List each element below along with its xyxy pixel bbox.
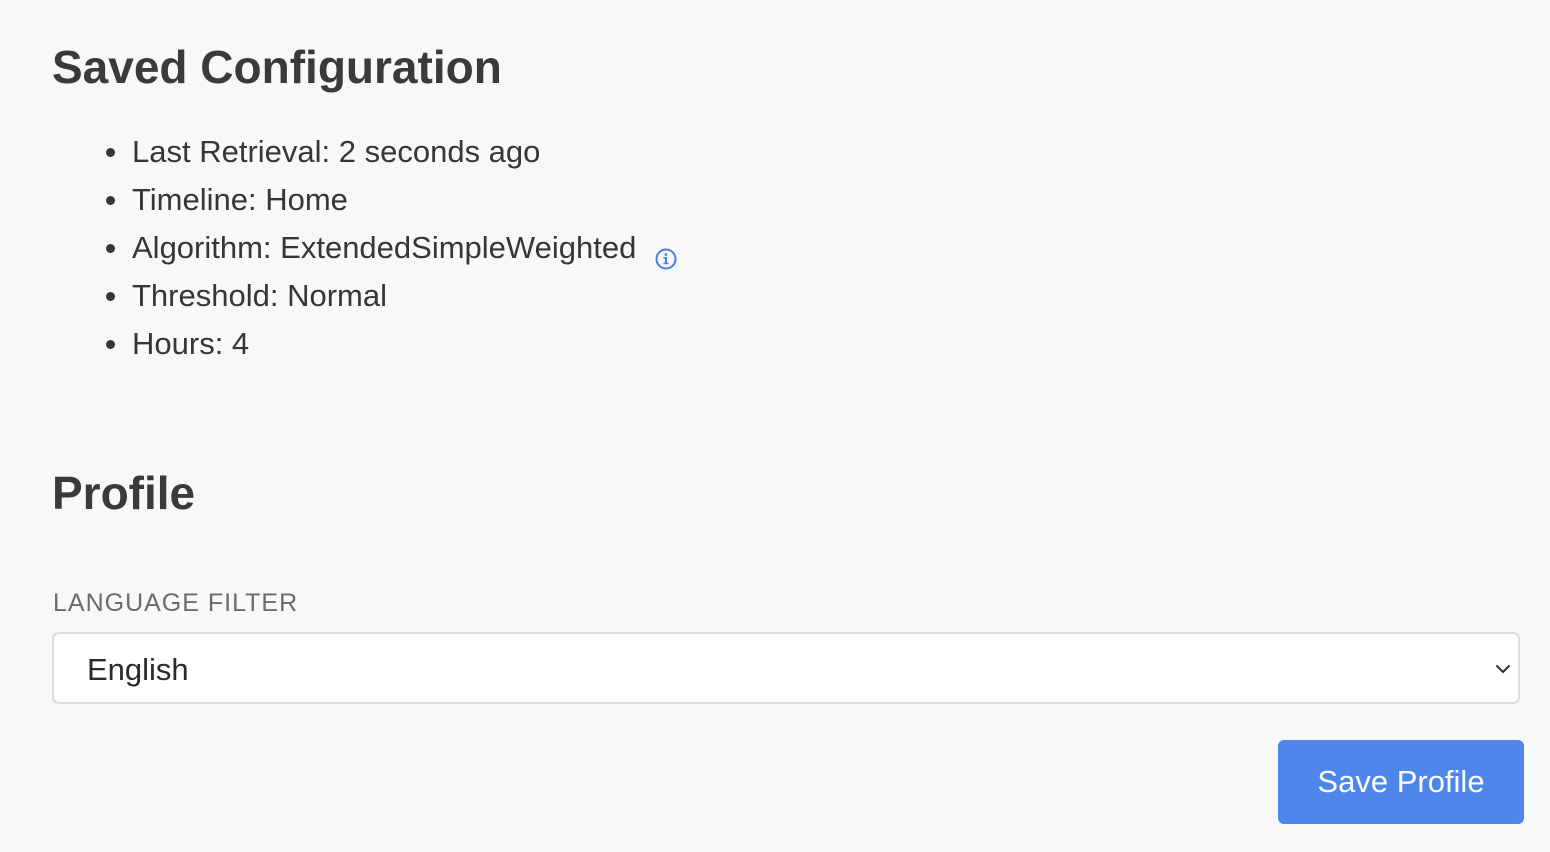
language-filter-label: LANGUAGE FILTER (53, 589, 299, 617)
page: Saved Configuration Last Retrieval: 2 se… (0, 0, 1550, 852)
save-profile-button[interactable]: Save Profile (1278, 740, 1524, 824)
bullet-icon (106, 292, 115, 301)
configuration-list: Last Retrieval: 2 seconds ago Timeline: … (52, 128, 677, 368)
info-icon[interactable] (655, 236, 677, 270)
bullet-icon (106, 148, 115, 157)
bullet-icon (106, 340, 115, 349)
list-item-last-retrieval: Last Retrieval: 2 seconds ago (52, 128, 677, 176)
list-item-threshold: Threshold: Normal (52, 272, 677, 320)
hours-text: Hours: 4 (132, 326, 250, 361)
last-retrieval-text: Last Retrieval: 2 seconds ago (132, 134, 541, 169)
algorithm-text: Algorithm: ExtendedSimpleWeighted (132, 230, 637, 265)
threshold-text: Threshold: Normal (132, 278, 387, 313)
saved-configuration-title: Saved Configuration (52, 41, 502, 93)
list-item-algorithm: Algorithm: ExtendedSimpleWeighted (52, 224, 677, 272)
list-item-timeline: Timeline: Home (52, 176, 677, 224)
bullet-icon (106, 244, 115, 253)
timeline-text: Timeline: Home (132, 182, 348, 217)
language-filter-value: English (87, 652, 189, 687)
list-item-hours: Hours: 4 (52, 320, 677, 368)
bullet-icon (106, 196, 115, 205)
language-filter-select[interactable]: English (52, 632, 1520, 704)
chevron-down-icon (1494, 660, 1512, 678)
profile-title: Profile (52, 467, 196, 519)
